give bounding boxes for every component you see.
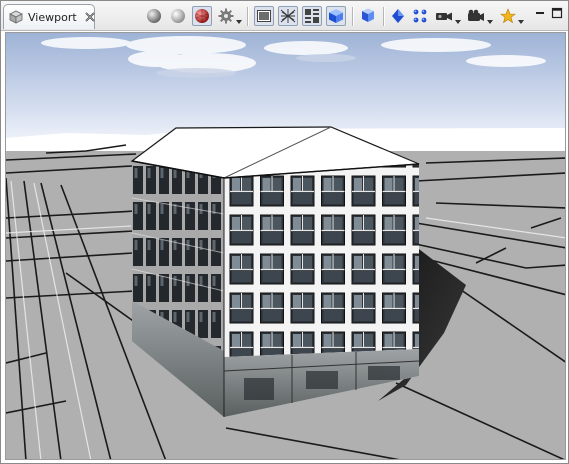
tab-viewport[interactable]: Viewport: [3, 4, 95, 29]
blue-layers-icon[interactable]: [358, 6, 378, 26]
smooth-sphere-icon[interactable]: [168, 6, 188, 26]
tab-title: Viewport: [28, 10, 77, 24]
shaded-sphere-icon[interactable]: [144, 6, 164, 26]
camera-icon[interactable]: [434, 6, 454, 26]
textured-sphere-icon[interactable]: [192, 6, 212, 26]
chevron-down-icon[interactable]: [487, 14, 493, 24]
viewport-window: Viewport: [0, 0, 569, 464]
scene-render: [6, 33, 565, 459]
blue-cube-icon[interactable]: [326, 6, 346, 26]
chevron-down-icon[interactable]: [236, 14, 242, 24]
blue-diamond-icon[interactable]: [388, 6, 408, 26]
gear-settings-icon[interactable]: [216, 6, 236, 26]
image-background-icon[interactable]: [254, 6, 274, 26]
3d-viewport[interactable]: [5, 32, 566, 460]
toolbar-separator: [383, 7, 384, 26]
film-camera-icon[interactable]: [466, 6, 486, 26]
blue-nodes-icon[interactable]: [410, 6, 430, 26]
chevron-down-icon[interactable]: [455, 14, 461, 24]
chevron-down-icon[interactable]: [518, 14, 524, 24]
toolbar-separator: [247, 7, 248, 26]
minimize-icon[interactable]: [534, 7, 546, 19]
star-favorites-icon[interactable]: [498, 6, 518, 26]
cube-view-icon: [8, 9, 24, 25]
view-toolbar: Viewport: [1, 1, 568, 31]
maximize-icon[interactable]: [551, 7, 563, 19]
close-icon[interactable]: [84, 11, 96, 23]
toolbar-separator: [352, 7, 353, 26]
grid-layout-icon[interactable]: [302, 6, 322, 26]
wireframe-icon[interactable]: [278, 6, 298, 26]
